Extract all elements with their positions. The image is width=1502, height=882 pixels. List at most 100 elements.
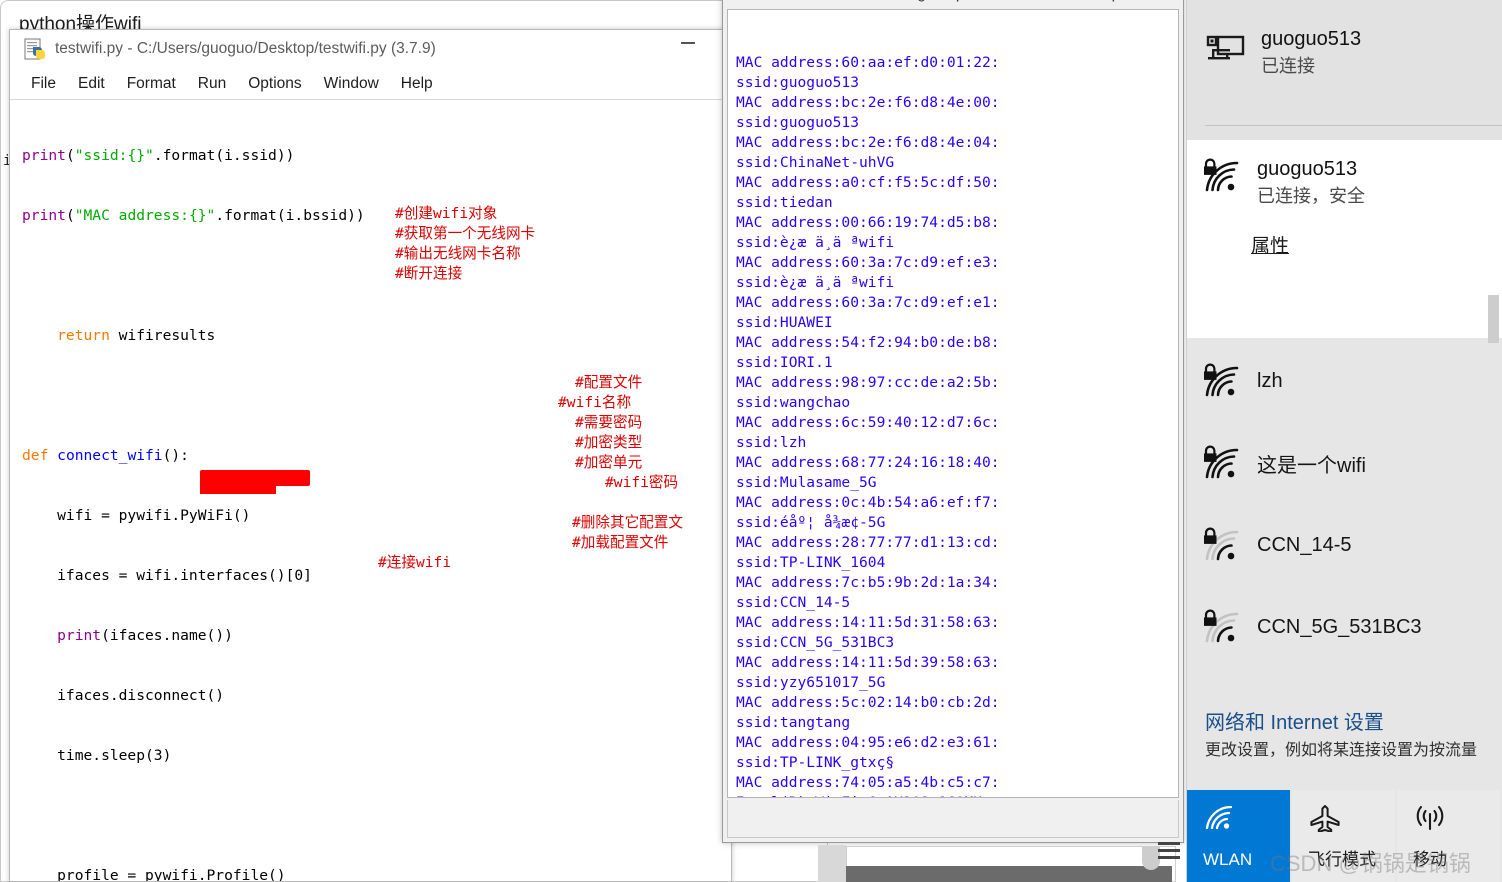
python-file-icon xyxy=(24,38,45,60)
shell-output-line: MAC address:60:3a:7c:d9:ef:e1: xyxy=(736,294,1000,311)
shell-output-line: MAC address:5c:02:14:b0:cb:2d: xyxy=(736,694,1000,711)
quick-tile-airplane[interactable]: 飞行模式 xyxy=(1292,790,1395,882)
code-line: print(ifaces.name()) xyxy=(57,627,233,644)
code-comment: #创建wifi对象 xyxy=(395,205,498,222)
shell-menu-debug[interactable]: Debug xyxy=(871,0,935,5)
shell-output-line: MAC address:0c:4b:54:a6:ef:f7: xyxy=(736,494,1000,511)
shell-output-line: ssid:éåº¦ å¾æ¢-5G xyxy=(736,514,886,531)
shell-output-line: MAC address:bc:2e:f6:d8:4e:00: xyxy=(736,94,1000,111)
network-list-item[interactable]: CCN_5G_531BC3 xyxy=(1187,586,1502,668)
shell-output-line: MAC address:74:05:a5:4b:c5:c7: xyxy=(736,774,1000,791)
shell-output-line: ssid:IORI.1 xyxy=(736,354,833,371)
hamburger-icon[interactable] xyxy=(1158,842,1180,859)
shell-output-line: ssid:guoguo513 xyxy=(736,114,860,131)
available-networks-list: lzh 这是一个wifi CCN_14-5 CCN_5G_531BC3 xyxy=(1187,340,1502,690)
shell-output-line: MAC address:00:66:19:74:d5:b8: xyxy=(736,214,1000,231)
network-settings-link[interactable]: 网络和 Internet 设置 xyxy=(1205,708,1502,738)
network-list-item[interactable]: 这是一个wifi xyxy=(1187,422,1502,504)
shell-menu-edit[interactable]: Edit xyxy=(774,0,819,5)
quick-tile-hotspot[interactable]: 移动 xyxy=(1397,790,1500,882)
shell-menu-file[interactable]: File xyxy=(731,0,774,5)
code-line: print("MAC address:{}".format(i.bssid)) xyxy=(22,207,365,224)
code-line: time.sleep(3) xyxy=(22,747,172,764)
shell-output-line: ssid:Mulasame_5G xyxy=(736,474,877,491)
editor-titlebar[interactable]: testwifi.py - C:/Users/guoguo/Desktop/te… xyxy=(10,30,731,68)
hotspot-icon xyxy=(1413,804,1447,837)
shell-menu-shell[interactable]: Shell xyxy=(819,0,871,5)
wifi-secure-icon xyxy=(1204,527,1239,561)
shell-output-line: MAC address:7c:b5:9b:2d:1a:34: xyxy=(736,574,1000,591)
shell-output-line: ssid:HUAWEI xyxy=(736,314,833,331)
wifi-secure-icon xyxy=(1204,363,1239,397)
shell-output-line: MAC address:54:f2:94:b0:de:b8: xyxy=(736,334,1000,351)
quick-tile-label: WLAN xyxy=(1203,850,1253,869)
shell-output-line: MAC address:04:95:e6:d2:e3:61: xyxy=(736,734,1000,751)
editor-menubar: File Edit Format Run Options Window Help xyxy=(10,68,731,100)
shell-output-area[interactable]: MAC address:60:aa:ef:d0:01:22: ssid:guogu… xyxy=(727,9,1179,798)
network-settings-section: 网络和 Internet 设置 更改设置，例如将某连接设置为按流量 xyxy=(1187,700,1502,780)
code-comment: #配置文件 xyxy=(575,374,643,391)
connected-network-name: guoguo513 xyxy=(1257,158,1358,180)
shell-output-line: MAC address:60:3a:7c:d9:ef:e3: xyxy=(736,254,1000,271)
code-line: ifaces = wifi.interfaces()[0] xyxy=(22,567,312,584)
shell-output-line: MAC address:60:aa:ef:d0:01:22: xyxy=(736,54,1000,71)
menu-file[interactable]: File xyxy=(20,73,67,95)
shell-output-line: MAC address:bc:2e:f6:d8:4e:04: xyxy=(736,134,1000,151)
quick-tile-wlan[interactable]: WLAN xyxy=(1187,790,1290,882)
connected-network-status: 已连接，安全 xyxy=(1257,186,1365,206)
editor-code-area[interactable]: print("ssid:{}".format(i.ssid)) print("M… xyxy=(10,101,731,881)
shell-output-line: ssid:tiedan xyxy=(736,194,833,211)
code-comment: #删除其它配置文 xyxy=(572,514,683,531)
shell-output-line: Intel(R) Wi-Fi 6 AX201 160MHz xyxy=(736,793,1178,797)
shell-output-line: ssid:TP-LINK_1604 xyxy=(736,554,886,571)
network-list-item[interactable]: lzh xyxy=(1187,340,1502,422)
shell-output-line: ssid:TP-LINK_gtxç§ xyxy=(736,754,895,771)
code-comment: #断开连接 xyxy=(395,265,463,282)
wifi-secure-icon xyxy=(1204,445,1239,479)
shell-menu-window[interactable]: Window xyxy=(1006,0,1079,5)
properties-link[interactable]: 属性 xyxy=(1251,231,1289,258)
divider xyxy=(1205,125,1502,126)
shell-output-line: MAC address:14:11:5d:31:58:63: xyxy=(736,614,1000,631)
adapter-name: guoguo513 xyxy=(1261,28,1362,50)
shell-menu-options[interactable]: Options xyxy=(935,0,1006,5)
network-list-item[interactable]: CCN_14-5 xyxy=(1187,504,1502,586)
connected-network-card[interactable]: guoguo513 已连接，安全 属性 xyxy=(1187,140,1502,338)
code-line: return wifiresults xyxy=(22,327,216,344)
shell-output-line: ssid:è¿æ ä¸ä ªwifi xyxy=(736,274,895,291)
menu-window[interactable]: Window xyxy=(313,73,390,95)
shell-output-line: ssid:guoguo513 xyxy=(736,74,860,91)
code-comment: #wifi名称 xyxy=(558,394,632,411)
editor-title-text: testwifi.py - C:/Users/guoguo/Desktop/te… xyxy=(55,40,436,57)
shell-output-line: ssid:tangtang xyxy=(736,714,851,731)
idle-shell-window: File Edit Shell Debug Options Window Hel… xyxy=(722,0,1184,843)
shell-output-line: ssid:lzh xyxy=(736,434,807,451)
menu-options[interactable]: Options xyxy=(237,73,312,95)
wifi-secure-icon xyxy=(1204,158,1239,192)
shell-menu-help[interactable]: Help xyxy=(1079,0,1129,5)
shell-output-line: ssid:CCN_5G_531BC3 xyxy=(736,634,895,651)
code-comment: #连接wifi xyxy=(378,554,452,571)
airplane-icon xyxy=(1308,804,1342,837)
quick-action-tiles: WLAN 飞行模式 移动 xyxy=(1187,790,1502,882)
menu-edit[interactable]: Edit xyxy=(67,73,116,95)
code-line: profile = pywifi.Profile() xyxy=(22,867,286,881)
minimize-button[interactable] xyxy=(681,42,695,44)
flyout-scrollbar-thumb[interactable] xyxy=(1488,295,1499,343)
code-comment: #加载配置文件 xyxy=(572,534,669,551)
menu-format[interactable]: Format xyxy=(116,73,187,95)
menu-run[interactable]: Run xyxy=(187,73,237,95)
code-line: ifaces.disconnect() xyxy=(22,687,225,704)
code-line: print("ssid:{}".format(i.ssid)) xyxy=(22,147,295,164)
network-name: lzh xyxy=(1257,369,1283,392)
ethernet-monitor-icon xyxy=(1206,35,1245,59)
adapter-status: 已连接 xyxy=(1261,56,1315,76)
code-comment: #加密类型 xyxy=(575,434,643,451)
code-comment: #获取第一个无线网卡 xyxy=(395,225,536,242)
redaction-box-tail xyxy=(200,480,276,494)
shell-output-line: MAC address:14:11:5d:39:58:63: xyxy=(736,654,1000,671)
network-flyout: guoguo513 已连接 guoguo513 已连接，安全 属性 lzh 这是… xyxy=(1186,0,1502,882)
menu-help[interactable]: Help xyxy=(390,73,444,95)
quick-tile-label: 飞行模式 xyxy=(1308,850,1376,869)
